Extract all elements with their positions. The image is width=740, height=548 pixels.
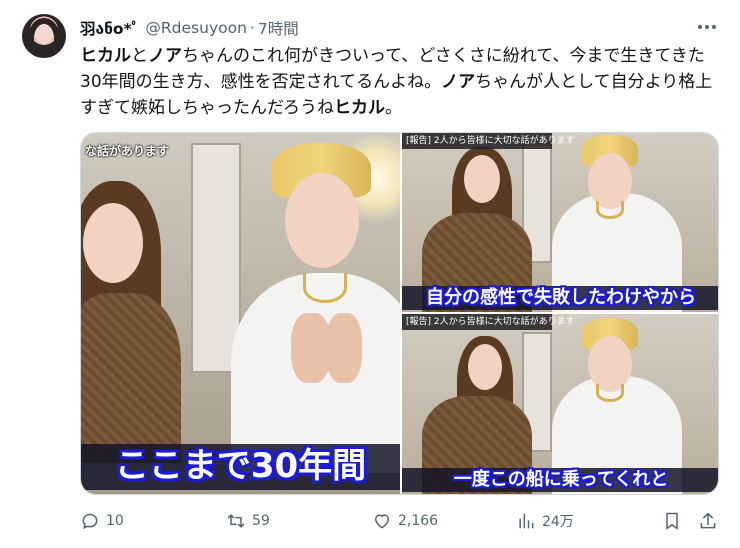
reply-icon xyxy=(80,511,100,531)
text-noa-2: ノア xyxy=(441,72,476,92)
like-count: 2,166 xyxy=(398,513,439,529)
text-hikaru-2: ヒカル xyxy=(333,98,385,118)
reply-button[interactable]: 10 xyxy=(80,508,124,534)
avatar[interactable] xyxy=(22,14,66,58)
share-button[interactable] xyxy=(698,508,724,534)
retweet-icon xyxy=(226,511,246,531)
display-name[interactable]: 羽ანo*ﾟ xyxy=(80,17,139,39)
views-button[interactable]: 24万 xyxy=(516,508,574,534)
caption-left: ここまで30年間 xyxy=(81,444,400,490)
user-handle[interactable]: @Rdesuyoon xyxy=(145,19,247,37)
tweet-header: 羽ანo*ﾟ @Rdesuyoon · 7時間 xyxy=(80,17,299,39)
bookmark-button[interactable] xyxy=(662,508,688,534)
text-hikaru-1: ヒカル xyxy=(80,46,131,66)
text-noa-1: ノア xyxy=(148,46,182,66)
caption-bottom-right: 一度この船に乗ってくれと xyxy=(402,468,718,492)
media-image-top-right[interactable]: [報告] 2人から皆様に大切な話があります 自分の感性で失敗したわけやから xyxy=(402,133,718,312)
post-time[interactable]: 7時間 xyxy=(258,17,299,39)
video-title-bottom-right: [報告] 2人から皆様に大切な話があります xyxy=(402,314,575,330)
like-button[interactable]: 2,166 xyxy=(372,508,438,534)
share-icon xyxy=(698,511,718,531)
separator-dot: · xyxy=(249,19,255,37)
bookmark-icon xyxy=(662,511,682,531)
video-title-left: な話があります xyxy=(85,144,170,158)
tweet-text: ヒカルとノアちゃんのこれ何がきついって、どさくさに紛れて、今まで生きてきた30年… xyxy=(80,43,725,121)
caption-top-right: 自分の感性で失敗したわけやから xyxy=(402,286,718,310)
media-image-bottom-right[interactable]: [報告] 2人から皆様に大切な話があります 一度この船に乗ってくれと xyxy=(402,314,718,494)
retweet-button[interactable]: 59 xyxy=(226,508,270,534)
more-icon[interactable] xyxy=(696,19,718,35)
views-count: 24万 xyxy=(542,514,574,530)
text-part-2: と xyxy=(131,46,148,66)
action-bar: 10 59 2,166 24万 xyxy=(80,508,720,534)
views-icon xyxy=(516,511,536,531)
media-grid: な話があります ここまで30年間 [報告] 2人から皆様に大切な話があります 自… xyxy=(80,132,719,495)
video-title-top-right: [報告] 2人から皆様に大切な話があります xyxy=(402,133,575,149)
reply-count: 10 xyxy=(106,513,124,529)
heart-icon xyxy=(372,511,392,531)
retweet-count: 59 xyxy=(252,513,270,529)
media-image-left[interactable]: な話があります ここまで30年間 xyxy=(81,133,400,494)
text-part-8: 。 xyxy=(384,98,402,118)
